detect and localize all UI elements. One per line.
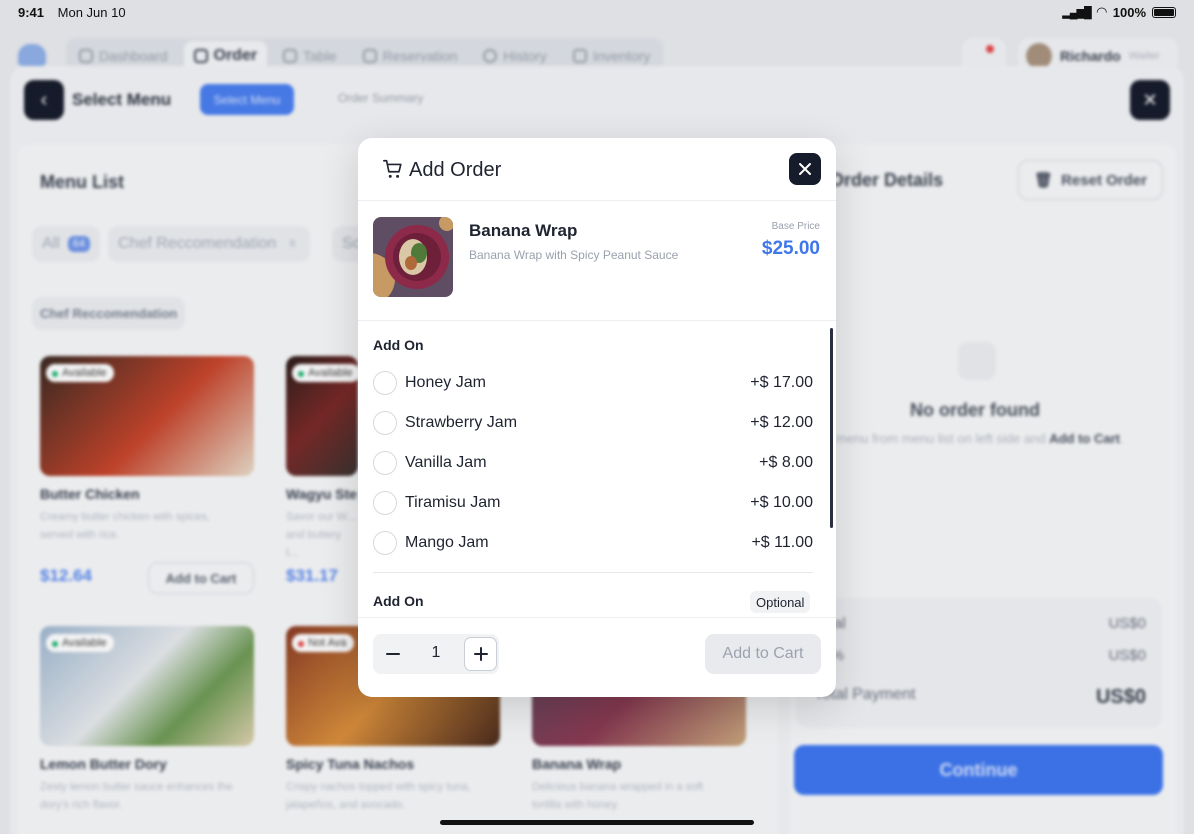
base-price: $25.00 <box>761 238 820 259</box>
signal-icon: ▂▄▆█ <box>1062 6 1091 19</box>
radio-button[interactable] <box>373 411 397 435</box>
close-icon <box>799 163 811 175</box>
product-summary: Banana Wrap Banana Wrap with Spicy Peanu… <box>358 201 836 321</box>
add-on-section-title: Add On <box>373 593 424 609</box>
add-on-option-vanilla-jam[interactable]: Vanilla Jam +$ 8.00 <box>373 449 813 477</box>
product-description: Banana Wrap with Spicy Peanut Sauce <box>469 248 679 262</box>
section-divider <box>373 572 813 573</box>
radio-button[interactable] <box>373 451 397 475</box>
radio-button[interactable] <box>373 371 397 395</box>
option-label: Vanilla Jam <box>405 454 487 471</box>
modal-title: Add Order <box>409 159 502 181</box>
status-date: Mon Jun 10 <box>57 4 126 20</box>
option-price: +$ 11.00 <box>751 534 813 551</box>
modal-scrollbar[interactable] <box>830 328 833 528</box>
add-on-option-tiramisu-jam[interactable]: Tiramisu Jam +$ 10.00 <box>373 489 813 517</box>
plus-icon <box>473 647 488 661</box>
add-on-section-title: Add On <box>373 337 424 353</box>
option-label: Strawberry Jam <box>405 414 518 431</box>
quantity-value: 1 <box>431 644 441 661</box>
quantity-stepper: 1 <box>373 634 499 674</box>
add-on-option-strawberry-jam[interactable]: Strawberry Jam +$ 12.00 <box>373 409 813 437</box>
radio-button[interactable] <box>373 491 397 515</box>
option-price: +$ 17.00 <box>750 374 813 391</box>
option-price: +$ 12.00 <box>750 414 813 431</box>
battery-icon <box>1152 6 1176 18</box>
base-price-label: Base Price <box>771 221 820 232</box>
option-label: Honey Jam <box>405 374 486 391</box>
option-price: +$ 10.00 <box>750 494 813 511</box>
close-modal-button[interactable] <box>789 153 821 185</box>
increase-quantity-button[interactable] <box>464 637 497 671</box>
option-price: +$ 8.00 <box>759 454 813 471</box>
cart-icon <box>383 159 402 178</box>
status-bar: 9:41 Mon Jun 10 ▂▄▆█ ◠ 100% <box>0 0 1194 24</box>
radio-button[interactable] <box>373 531 397 555</box>
option-label: Tiramisu Jam <box>405 494 501 511</box>
minus-icon <box>386 653 400 655</box>
add-on-option-mango-jam[interactable]: Mango Jam +$ 11.00 <box>373 529 813 557</box>
add-to-cart-button[interactable]: Add to Cart <box>705 634 821 674</box>
optional-badge: Optional <box>750 591 811 613</box>
add-order-modal: Add Order Banana Wrap Banana Wrap with S… <box>358 138 836 697</box>
wifi-icon: ◠ <box>1096 4 1107 19</box>
product-image <box>373 217 453 297</box>
decrease-quantity-button[interactable] <box>376 637 410 671</box>
add-on-list[interactable]: Add On Honey Jam +$ 17.00 Strawberry Jam… <box>358 321 836 618</box>
home-indicator[interactable] <box>440 820 754 825</box>
add-on-option-honey-jam[interactable]: Honey Jam +$ 17.00 <box>373 369 813 397</box>
product-name: Banana Wrap <box>469 221 578 240</box>
modal-footer: 1 Add to Cart <box>358 617 836 697</box>
option-label: Mango Jam <box>405 534 489 551</box>
modal-header: Add Order <box>358 138 836 201</box>
battery-percent: 100% <box>1112 4 1146 20</box>
status-time: 9:41 <box>18 4 45 20</box>
